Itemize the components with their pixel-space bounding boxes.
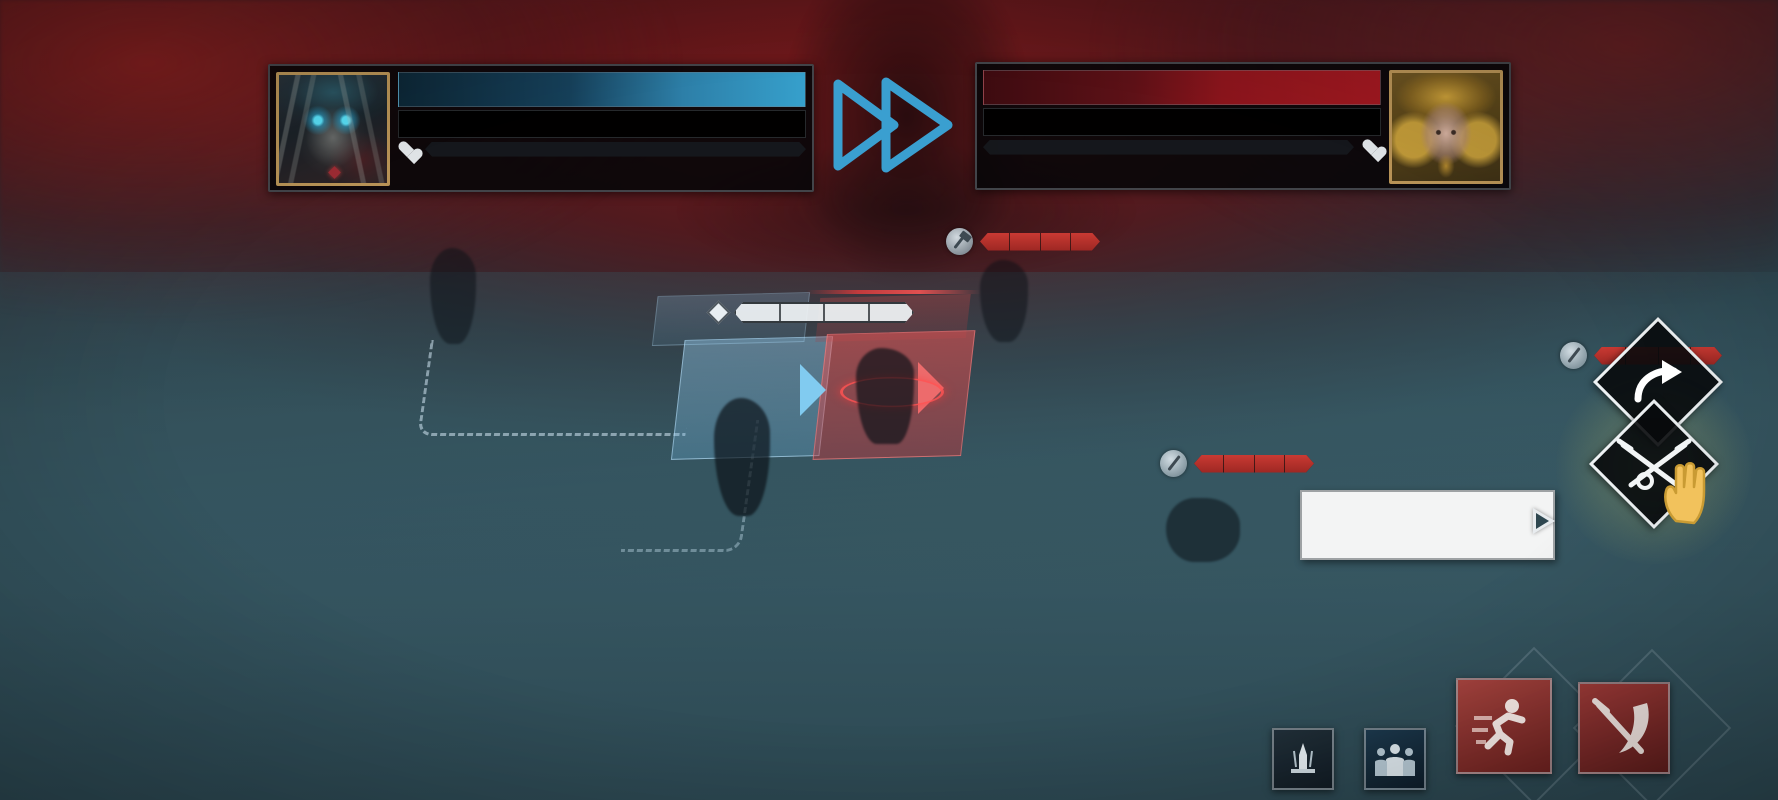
instruction-tooltip [1300,490,1555,560]
squad-formation-icon [1375,744,1415,776]
game-screen [0,0,1778,800]
ally-name-row [398,110,806,138]
sprint-runner-icon [1472,699,1526,756]
enemy-name-row [983,108,1381,136]
skill-slot-1[interactable] [1272,728,1334,790]
enemy-hp-bar [983,140,1354,155]
cancel-button[interactable] [1592,316,1724,448]
elf-portrait-art [1392,73,1500,181]
spirit-effect [600,300,810,460]
ally-team-bar [398,72,806,108]
redo-arrow-icon [1612,336,1704,428]
enemy-panel-body [983,70,1381,182]
target-unit-hp-bar [734,302,914,323]
ally-hp-row [398,141,806,158]
enemy-hp-sword-1 [1160,450,1314,477]
enemy-status-panel [975,62,1511,190]
enemy-unit-silhouette[interactable] [856,348,914,444]
ally-hp-bar [425,142,806,157]
ally-stat-row [398,161,806,184]
ally-status-panel [268,64,814,192]
skill-slot-3[interactable] [1456,678,1552,774]
enemy-hp-row [983,139,1381,156]
hp-segments [1194,455,1314,473]
heart-icon [1362,139,1381,156]
slash-blade-icon [1592,698,1649,754]
skill-slot-4[interactable] [1578,682,1670,774]
axe-unit-icon [946,228,973,255]
distant-unit-silhouette-left[interactable] [430,248,476,344]
tooltip-arrow-inner-icon [1536,513,1549,529]
enemy-hp-axeman [946,228,1100,255]
mounted-unit-silhouette[interactable] [1166,498,1240,562]
sword-unit-icon [1160,450,1187,477]
double-chevron-right-icon [828,74,968,176]
ally-panel-body [398,72,806,184]
enemy-portrait[interactable] [1389,70,1503,184]
ally-unit-silhouette[interactable] [714,398,770,516]
defeat-underline [806,290,981,294]
banner-sword-icon [1291,743,1315,773]
hp-segments [980,233,1100,251]
pointing-hand-cursor [1658,455,1714,527]
heart-icon [398,141,417,158]
enemy-team-bar [983,70,1381,106]
distant-unit-silhouette-right[interactable] [980,260,1028,342]
sword-unit-icon [1560,342,1587,369]
ally-portrait[interactable] [276,72,390,186]
enemy-stat-row [983,159,1381,182]
skill-slot-2[interactable] [1364,728,1426,790]
